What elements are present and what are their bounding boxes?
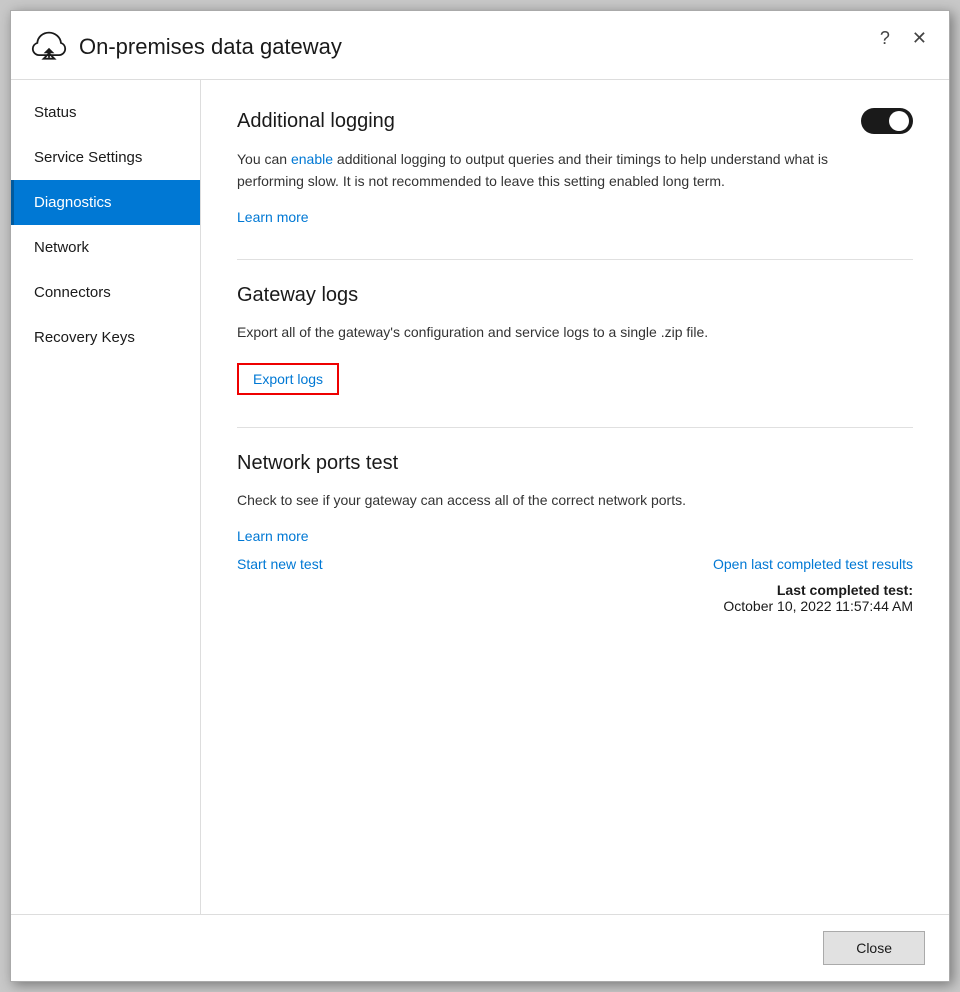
content-area: Status Service Settings Diagnostics Netw…	[11, 80, 949, 914]
help-button[interactable]: ?	[874, 27, 896, 49]
network-ports-learn-more[interactable]: Learn more	[237, 528, 309, 544]
additional-logging-description: You can enable additional logging to out…	[237, 148, 897, 193]
divider-1	[237, 259, 913, 260]
highlight-enable: enable	[291, 151, 333, 167]
last-completed-date: October 10, 2022 11:57:44 AM	[723, 598, 913, 614]
close-window-button[interactable]: ✕	[906, 27, 933, 49]
additional-logging-learn-more[interactable]: Learn more	[237, 209, 309, 225]
last-test-info: Last completed test: October 10, 2022 11…	[237, 582, 913, 614]
toggle-knob	[889, 111, 909, 131]
sidebar: Status Service Settings Diagnostics Netw…	[11, 80, 201, 914]
sidebar-item-recovery-keys[interactable]: Recovery Keys	[11, 315, 200, 360]
additional-logging-section: Additional logging You can enable additi…	[237, 108, 913, 227]
window-controls: ? ✕	[874, 27, 933, 49]
app-title: On-premises data gateway	[79, 34, 342, 60]
divider-2	[237, 427, 913, 428]
sidebar-item-connectors[interactable]: Connectors	[11, 270, 200, 315]
main-content: Additional logging You can enable additi…	[201, 80, 949, 914]
sidebar-item-service-settings[interactable]: Service Settings	[11, 135, 200, 180]
sidebar-item-diagnostics[interactable]: Diagnostics	[11, 180, 200, 225]
network-ports-test-section: Network ports test Check to see if your …	[237, 452, 913, 613]
gateway-logs-description: Export all of the gateway's configuratio…	[237, 321, 897, 343]
last-completed-label: Last completed test:	[777, 582, 913, 598]
start-new-test-link[interactable]: Start new test	[237, 556, 323, 572]
gateway-logs-title: Gateway logs	[237, 284, 913, 307]
network-ports-description: Check to see if your gateway can access …	[237, 489, 897, 511]
export-logs-link[interactable]: Export logs	[237, 363, 339, 395]
app-window: On-premises data gateway ? ✕ Status Serv…	[10, 10, 950, 982]
footer: Close	[11, 914, 949, 981]
additional-logging-toggle[interactable]	[861, 108, 913, 134]
sidebar-item-network[interactable]: Network	[11, 225, 200, 270]
sidebar-item-status[interactable]: Status	[11, 90, 200, 135]
network-test-links: Start new test Open last completed test …	[237, 556, 913, 572]
additional-logging-title: Additional logging	[237, 108, 913, 134]
network-ports-title: Network ports test	[237, 452, 913, 475]
gateway-logs-section: Gateway logs Export all of the gateway's…	[237, 284, 913, 395]
gateway-icon	[31, 29, 67, 65]
title-bar: On-premises data gateway ? ✕	[11, 11, 949, 80]
open-last-results-link[interactable]: Open last completed test results	[713, 556, 913, 572]
close-button[interactable]: Close	[823, 931, 925, 965]
